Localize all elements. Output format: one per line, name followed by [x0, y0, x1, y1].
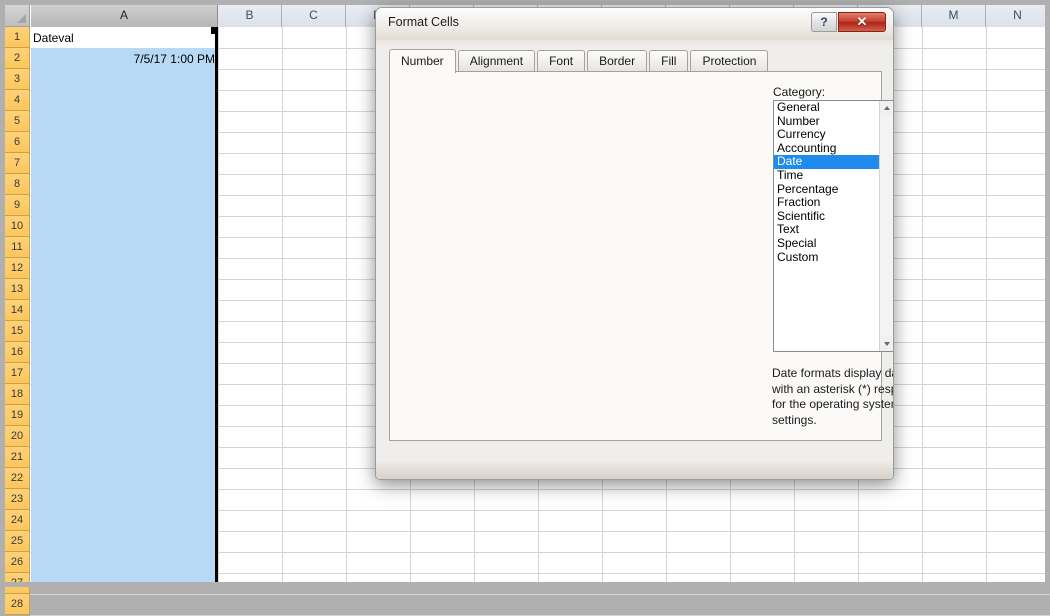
category-option-number[interactable]: Number [774, 114, 881, 129]
category-scroll-up-icon[interactable] [880, 101, 893, 116]
row-header-3[interactable]: 3 [5, 69, 30, 90]
category-option-text[interactable]: Text [774, 223, 881, 237]
row-header-12[interactable]: 12 [5, 258, 30, 279]
format-cells-dialog: Format Cells ? ✕ Number Alignment Font Bord… [375, 7, 894, 480]
category-option-custom[interactable]: Custom [774, 250, 881, 265]
close-icon-button[interactable]: ✕ [838, 12, 886, 32]
selection-border-right [215, 27, 218, 582]
column-header-c[interactable]: C [282, 5, 346, 27]
tab-alignment[interactable]: Alignment [457, 50, 536, 72]
category-label: Category: [773, 85, 826, 99]
category-option-percentage[interactable]: Percentage [774, 182, 881, 197]
category-options[interactable]: General Number Currency Accounting Date Time P… [774, 101, 893, 265]
column-a-selection-fill [31, 48, 217, 582]
category-option-accounting[interactable]: Accounting [774, 141, 881, 156]
dialog-titlebar[interactable]: Format Cells ? ✕ [376, 8, 893, 40]
tab-fill[interactable]: Fill [649, 50, 689, 72]
row-header-15[interactable]: 15 [5, 321, 30, 342]
column-header-a[interactable]: A [31, 5, 218, 27]
row-header-7[interactable]: 7 [5, 153, 30, 174]
gridline-horizontal [30, 594, 1050, 595]
row-header-11[interactable]: 11 [5, 237, 30, 258]
format-description-text: Date formats display date and time seria… [772, 366, 893, 427]
row-header-1[interactable]: 1 [5, 27, 30, 48]
row-header-26[interactable]: 26 [5, 552, 30, 573]
help-icon-button[interactable]: ? [811, 12, 837, 32]
row-header-24[interactable]: 24 [5, 510, 30, 531]
tab-number[interactable]: Number [389, 49, 456, 73]
row-header-28[interactable]: 28 [5, 594, 30, 615]
category-scrollbar[interactable] [879, 101, 893, 351]
column-header-n[interactable]: N [986, 5, 1050, 27]
row-header-25[interactable]: 25 [5, 531, 30, 552]
row-header-4[interactable]: 4 [5, 90, 30, 111]
window-edge-bottom [0, 582, 1050, 587]
window-edge-right [1045, 0, 1050, 587]
row-header-20[interactable]: 20 [5, 426, 30, 447]
category-scroll-down-icon[interactable] [880, 336, 893, 351]
category-option-date[interactable]: Date [774, 155, 881, 169]
category-listbox[interactable]: General Number Currency Accounting Date Time P… [773, 100, 893, 352]
row-header-22[interactable]: 22 [5, 468, 30, 489]
column-header-b[interactable]: B [218, 5, 282, 27]
category-option-fraction[interactable]: Fraction [774, 196, 881, 210]
row-header-5[interactable]: 5 [5, 111, 30, 132]
row-header-16[interactable]: 16 [5, 342, 30, 363]
category-option-special[interactable]: Special [774, 236, 881, 251]
row-header-21[interactable]: 21 [5, 447, 30, 468]
dialog-tab-strip[interactable]: Number Alignment Font Border Fill Protection [389, 49, 770, 73]
window-edge-left [0, 0, 5, 587]
row-header-10[interactable]: 10 [5, 216, 30, 237]
cell-a2[interactable]: 7/5/17 1:00 PM [33, 49, 215, 69]
row-header-13[interactable]: 13 [5, 279, 30, 300]
dialog-title: Format Cells [388, 15, 459, 29]
window-edge-top [0, 0, 1050, 5]
selection-fill-handle[interactable] [211, 27, 218, 34]
tab-protection[interactable]: Protection [690, 50, 769, 72]
row-header-18[interactable]: 18 [5, 384, 30, 405]
select-all-triangle-icon [17, 14, 26, 23]
cell-a1[interactable]: Dateval [33, 28, 215, 48]
tab-font[interactable]: Font [537, 50, 586, 72]
row-header-23[interactable]: 23 [5, 489, 30, 510]
category-option-time[interactable]: Time [774, 168, 881, 183]
category-option-currency[interactable]: Currency [774, 128, 881, 142]
row-header-2[interactable]: 2 [5, 48, 30, 69]
column-header-m[interactable]: M [922, 5, 986, 27]
row-header-17[interactable]: 17 [5, 363, 30, 384]
row-header-14[interactable]: 14 [5, 300, 30, 321]
tab-border[interactable]: Border [587, 50, 648, 72]
select-all-corner-button[interactable] [5, 5, 30, 27]
category-option-scientific[interactable]: Scientific [774, 209, 881, 224]
row-header-6[interactable]: 6 [5, 132, 30, 153]
category-option-general[interactable]: General [774, 101, 881, 115]
row-header-8[interactable]: 8 [5, 174, 30, 195]
row-header-9[interactable]: 9 [5, 195, 30, 216]
row-header-19[interactable]: 19 [5, 405, 30, 426]
